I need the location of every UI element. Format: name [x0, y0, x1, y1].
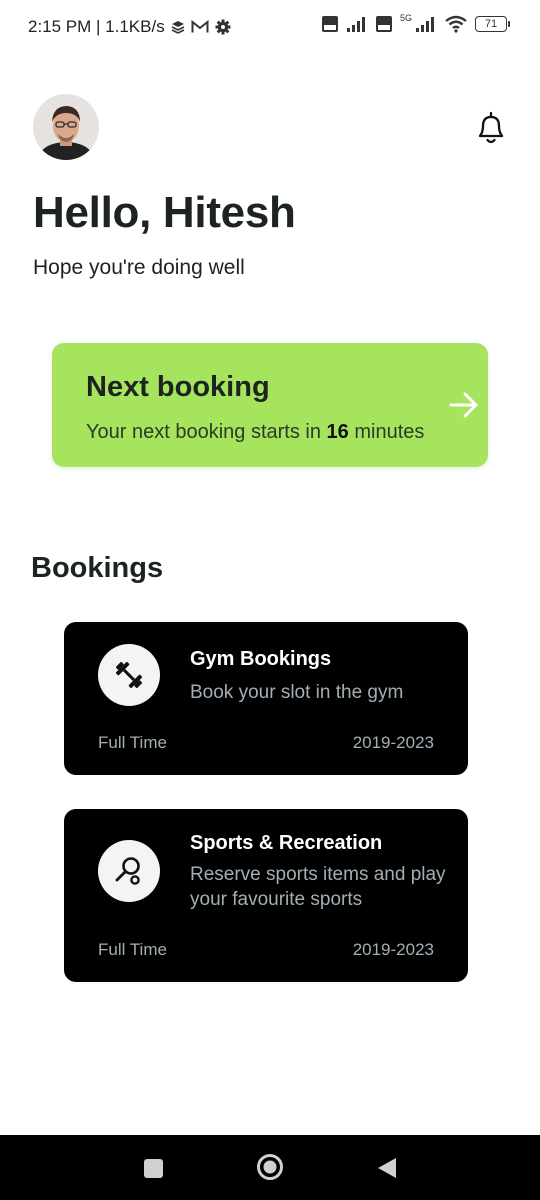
racket-icon [115, 857, 140, 885]
volte-icon [375, 16, 392, 32]
card-icon-circle [98, 840, 160, 902]
volte-icon [321, 16, 338, 32]
next-booking-title: Next booking [86, 371, 270, 403]
gym-bookings-card[interactable]: Gym Bookings Book your slot in the gym F… [64, 622, 468, 775]
recents-button[interactable] [144, 1159, 163, 1178]
next-booking-text: Your next booking starts in 16 minutes [86, 421, 425, 443]
system-nav-bar [0, 1135, 540, 1200]
subtitle: Hope you're doing well [33, 256, 245, 279]
battery-level: 71 [484, 18, 498, 30]
card-description: Book your slot in the gym [190, 682, 404, 703]
bell-icon[interactable] [474, 110, 508, 146]
dumbbell-icon [115, 661, 143, 689]
battery-icon: 71 [475, 16, 510, 32]
card-tag: Full Time [98, 940, 167, 959]
status-bar: 2:15 PM | 1.1KB/s 5G 71 [0, 0, 540, 56]
card-title: Sports & Recreation [190, 832, 383, 854]
card-description: Reserve sports items and play your favou… [190, 864, 446, 910]
gear-icon [215, 19, 231, 35]
back-button[interactable] [376, 1156, 398, 1180]
gmail-icon [191, 20, 209, 33]
card-title: Gym Bookings [190, 648, 332, 670]
wifi-icon [445, 15, 467, 33]
card-tag: Full Time [98, 733, 167, 752]
arrow-right-icon[interactable] [448, 389, 480, 421]
signal-icon [416, 17, 434, 32]
signal-icon [346, 17, 365, 32]
card-years: 2019-2023 [352, 940, 434, 959]
next-booking-minutes: 16 [326, 421, 349, 443]
section-title-bookings: Bookings [31, 552, 164, 584]
card-icon-circle [98, 644, 160, 706]
next-booking-card[interactable]: Next booking Your next booking starts in… [52, 343, 488, 467]
home-button[interactable] [256, 1153, 284, 1181]
sports-recreation-card[interactable]: Sports & Recreation Reserve sports items… [64, 809, 468, 982]
page-title: Hello, Hitesh [33, 188, 296, 237]
status-time: 2:15 PM | 1.1KB/s [28, 17, 165, 36]
card-years: 2019-2023 [352, 733, 434, 752]
network-type: 5G [399, 13, 412, 23]
layers-icon [171, 21, 185, 34]
avatar[interactable] [33, 94, 99, 160]
